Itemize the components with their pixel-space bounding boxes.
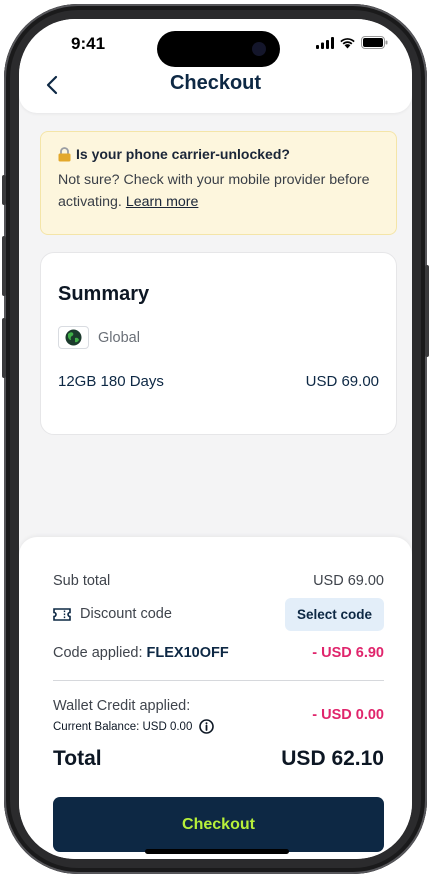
payment-summary-sheet: Sub total USD 69.00 Discount code Select…: [19, 537, 412, 859]
select-code-button[interactable]: Select code: [285, 598, 384, 631]
region-row: Global: [58, 326, 140, 349]
code-applied-label: Code applied:: [53, 645, 143, 661]
plan-price: USD 69.00: [305, 373, 379, 390]
discount-code-row: Discount code: [53, 606, 172, 622]
current-balance-label: Current Balance: USD 0.00: [53, 720, 193, 733]
warning-text: Not sure? Check with your mobile provide…: [58, 169, 379, 213]
current-balance-row: Current Balance: USD 0.00: [53, 719, 215, 734]
divider: [53, 680, 384, 681]
code-name: FLEX10OFF: [146, 645, 229, 661]
code-discount-value: - USD 6.90: [312, 645, 384, 661]
learn-more-link[interactable]: Learn more: [126, 194, 199, 210]
status-icons: [316, 36, 388, 49]
total-label: Total: [53, 747, 102, 770]
dynamic-island: [157, 31, 280, 67]
discount-code-label: Discount code: [80, 606, 172, 622]
warning-body: Not sure? Check with your mobile provide…: [58, 172, 370, 210]
subtotal-label: Sub total: [53, 573, 111, 589]
lock-icon: [58, 146, 71, 161]
power-button: [425, 265, 429, 357]
code-applied-row: Code applied: FLEX10OFF: [53, 645, 229, 661]
subtotal-value: USD 69.00: [313, 573, 384, 589]
carrier-unlock-warning: Is your phone carrier-unlocked? Not sure…: [40, 131, 397, 235]
ticket-icon: [53, 607, 71, 621]
volume-up-button: [2, 236, 6, 296]
region-label: Global: [98, 329, 140, 346]
summary-title: Summary: [58, 283, 150, 305]
home-indicator: [145, 849, 289, 854]
plan-name: 12GB 180 Days: [58, 373, 164, 390]
signal-icon: [316, 36, 334, 49]
battery-icon: [361, 36, 388, 49]
checkout-button[interactable]: Checkout: [53, 797, 384, 852]
summary-card: Summary Global 12GB 180 Days USD 69.00: [40, 252, 397, 435]
info-icon[interactable]: [199, 719, 215, 734]
mute-switch: [2, 175, 6, 205]
total-value: USD 62.10: [281, 747, 384, 770]
page-title: Checkout: [169, 72, 262, 94]
warning-title: Is your phone carrier-unlocked?: [58, 146, 379, 162]
warning-title-text: Is your phone carrier-unlocked?: [76, 146, 290, 162]
globe-icon: [58, 326, 89, 349]
wallet-credit-label: Wallet Credit applied:: [53, 698, 191, 714]
screen: 9:41 Checkout Is your phone carrier-unlo…: [19, 19, 412, 859]
wifi-icon: [340, 37, 355, 48]
header: 9:41 Checkout: [19, 19, 412, 113]
wallet-credit-value: - USD 0.00: [312, 707, 384, 723]
volume-down-button: [2, 318, 6, 378]
status-time: 9:41: [71, 34, 106, 53]
